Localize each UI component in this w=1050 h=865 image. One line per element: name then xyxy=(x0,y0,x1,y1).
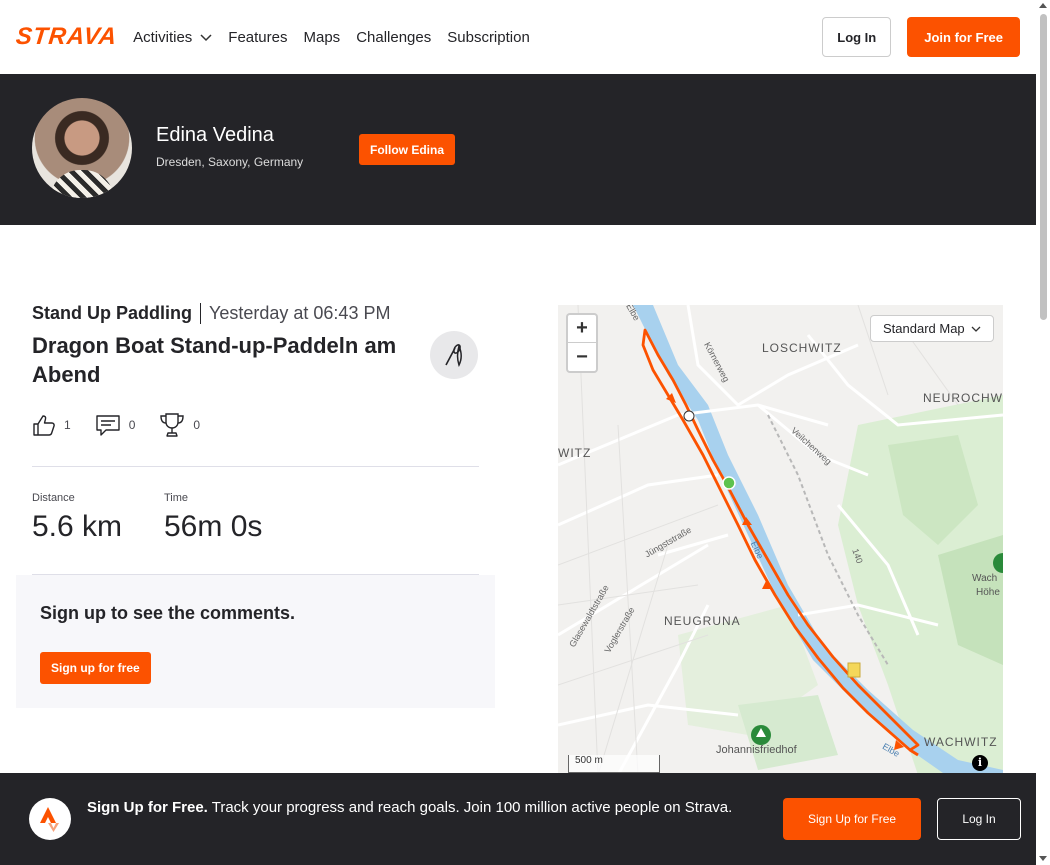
login-button[interactable]: Log In xyxy=(822,17,892,57)
thumbs-up-icon xyxy=(33,415,55,436)
avatar-shirt xyxy=(50,170,114,198)
map-label: WACHWITZ xyxy=(924,735,998,749)
comments-button[interactable]: 0 xyxy=(95,413,136,437)
nav-features[interactable]: Features xyxy=(228,29,287,46)
kudos-button[interactable]: 1 xyxy=(32,413,71,437)
map-label: NEUGRUNA xyxy=(664,614,741,628)
athlete-name[interactable]: Edina Vedina xyxy=(156,124,274,147)
banner-body: Track your progress and reach goals. Joi… xyxy=(207,799,733,816)
nav-activities-label: Activities xyxy=(133,28,193,46)
map-canvas[interactable] xyxy=(558,305,1003,775)
nav-subscription[interactable]: Subscription xyxy=(447,29,530,46)
map-label: Höhe xyxy=(976,587,1000,598)
banner-signup-button[interactable]: Sign Up for Free xyxy=(783,798,922,840)
stat-value: 56m 0s xyxy=(164,510,263,543)
signup-button[interactable]: Sign up for free xyxy=(40,652,151,684)
banner-login-button[interactable]: Log In xyxy=(937,798,1021,840)
map-scale: 500 m xyxy=(568,755,660,773)
activity-meta: Stand Up Paddling Yesterday at 06:43 PM xyxy=(32,300,390,326)
join-button[interactable]: Join for Free xyxy=(907,17,1020,57)
athlete-header: Edina Vedina Dresden, Saxony, Germany Fo… xyxy=(0,74,1036,225)
kudos-count: 1 xyxy=(64,418,71,432)
social-stats: 1 0 0 xyxy=(32,412,224,438)
follow-button[interactable]: Follow Edina xyxy=(359,134,455,165)
trophy-icon xyxy=(160,413,185,437)
info-icon[interactable]: i xyxy=(972,755,988,771)
paddle-icon xyxy=(445,343,462,367)
nav-activities[interactable]: Activities xyxy=(133,29,212,46)
activity-time: Yesterday at 06:43 PM xyxy=(209,302,391,323)
map-label: Wach xyxy=(972,573,998,584)
strava-logo-icon xyxy=(29,798,71,840)
stat-label: Time xyxy=(164,492,189,504)
route-map[interactable]: LOSCHWITZ NEUROCHW WITZ NEUGRUNA WACHWIT… xyxy=(558,305,1003,775)
activity-title: Dragon Boat Stand-up-Paddeln am Abend xyxy=(32,333,397,387)
comments-signup-box: Sign up to see the comments. Sign up for… xyxy=(16,575,495,708)
avatar[interactable] xyxy=(32,98,132,198)
athlete-location: Dresden, Saxony, Germany xyxy=(156,155,304,169)
page: STRAVA Activities Features Maps Challeng… xyxy=(0,0,1050,865)
achievements-button[interactable]: 0 xyxy=(159,412,200,438)
zoom-in-button[interactable]: + xyxy=(568,315,596,343)
nav-maps[interactable]: Maps xyxy=(304,29,341,46)
stat-label: Distance xyxy=(32,492,75,504)
banner-lead: Sign Up for Free. xyxy=(87,799,208,816)
strava-chevron-icon xyxy=(40,807,59,832)
sport-type: Stand Up Paddling xyxy=(32,302,201,324)
scroll-down-arrow-icon[interactable] xyxy=(1039,856,1047,861)
scrollbar[interactable] xyxy=(1036,0,1050,865)
scroll-thumb[interactable] xyxy=(1040,14,1047,320)
chevron-down-icon xyxy=(971,326,981,332)
map-label: NEUROCHW xyxy=(923,391,1003,405)
banner-message: Sign Up for Free. Track your progress an… xyxy=(87,797,747,819)
scroll-up-arrow-icon[interactable] xyxy=(1039,3,1047,8)
achievement-count: 0 xyxy=(193,418,201,432)
zoom-out-button[interactable]: − xyxy=(568,343,596,371)
stat-value: 5.6 km xyxy=(32,510,123,543)
map-type-value: Standard Map xyxy=(883,321,965,336)
comments-heading: Sign up to see the comments. xyxy=(40,603,296,623)
strava-logo[interactable]: STRAVA xyxy=(15,23,119,51)
top-nav: STRAVA Activities Features Maps Challeng… xyxy=(0,0,1036,74)
chevron-down-icon xyxy=(200,34,212,42)
divider xyxy=(32,466,479,467)
signup-banner: Sign Up for Free. Track your progress an… xyxy=(0,773,1036,865)
stat-distance: Distance 5.6 km xyxy=(32,492,122,544)
comment-count: 0 xyxy=(128,418,136,432)
map-label: Johannisfriedhof xyxy=(716,744,797,756)
zoom-control: + − xyxy=(566,313,598,373)
map-label: LOSCHWITZ xyxy=(762,341,842,355)
nav-challenges[interactable]: Challenges xyxy=(356,29,431,46)
map-type-select[interactable]: Standard Map xyxy=(870,315,994,342)
comment-icon xyxy=(95,415,120,436)
sport-badge xyxy=(430,331,478,379)
stat-time: Time 56m 0s xyxy=(164,492,262,544)
nav-actions: Log In Join for Free xyxy=(822,17,1020,57)
map-label: WITZ xyxy=(558,446,592,460)
